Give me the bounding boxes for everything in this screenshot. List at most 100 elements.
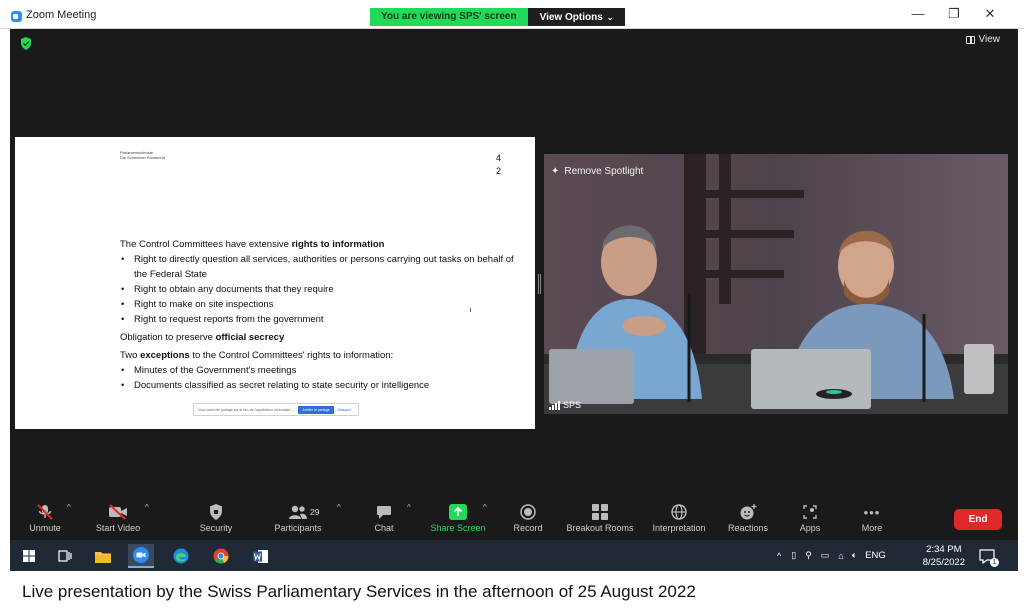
participant-count-badge: 29: [310, 507, 320, 517]
file-explorer-button[interactable]: [90, 544, 116, 568]
slide-page-number: 4 2: [496, 152, 501, 178]
close-button[interactable]: ✕: [980, 6, 1000, 24]
edge-icon: [173, 548, 189, 564]
interpretation-button[interactable]: Interpretation: [639, 502, 719, 538]
list-item: Right to request reports from the govern…: [120, 312, 520, 327]
participants-button[interactable]: Participants: [258, 502, 338, 538]
slide-heading-bold: rights to information: [291, 239, 385, 250]
record-label: Record: [513, 523, 543, 533]
globe-icon: [671, 504, 687, 520]
zoom-app-icon: [11, 11, 22, 22]
pin-icon: ✦: [551, 166, 560, 177]
start-video-label: Start Video: [95, 523, 141, 533]
participants-label: Participants: [274, 523, 322, 533]
screenshot-root: Zoom Meeting You are viewing SPS' screen…: [0, 0, 1024, 609]
slide-page-digit-2: 2: [496, 166, 502, 176]
view-layout-icon: [965, 35, 975, 44]
title-bar: Zoom Meeting You are viewing SPS' screen…: [0, 0, 1024, 29]
edge-browser-button[interactable]: [168, 544, 194, 568]
viewing-screen-notice: You are viewing SPS' screen: [370, 8, 528, 26]
participant-name-tag: SPS: [549, 400, 581, 410]
participants-options-caret[interactable]: ^: [337, 503, 341, 512]
view-options-button[interactable]: View Options ⌄: [527, 8, 626, 26]
unmute-button[interactable]: Unmute: [5, 502, 85, 538]
remove-spotlight-label: Remove Spotlight: [564, 166, 644, 177]
meet-now-icon[interactable]: ▯: [791, 550, 796, 561]
chat-options-caret[interactable]: ^: [407, 503, 411, 512]
image-caption: Live presentation by the Swiss Parliamen…: [22, 582, 696, 601]
input-language-indicator[interactable]: ENG: [865, 550, 886, 561]
slide-heading-text: The Control Committees have extensive: [120, 239, 292, 250]
list-item: Right to obtain any documents that they …: [120, 282, 520, 297]
security-button[interactable]: Security: [176, 502, 256, 538]
exceptions-line: Two exceptions to the Control Committees…: [120, 348, 520, 363]
more-icon: •••: [863, 504, 881, 520]
meeting-area: View Parlamentsdienste Die Schweizer Par…: [10, 29, 1018, 498]
network-icon[interactable]: ⌂: [838, 551, 843, 561]
battery-icon[interactable]: ▭: [821, 550, 830, 561]
breakout-rooms-button[interactable]: Breakout Rooms: [560, 502, 640, 538]
exceptions-bold: exceptions: [140, 350, 190, 361]
folder-icon: [95, 551, 111, 563]
slide-heading: The Control Committees have extensive ri…: [120, 237, 520, 252]
task-view-button[interactable]: [52, 544, 78, 568]
show-hidden-icons-button[interactable]: ^: [777, 551, 781, 561]
microphone-icon[interactable]: ⚲: [805, 550, 812, 561]
video-options-caret[interactable]: ^: [145, 503, 149, 512]
window-title: Zoom Meeting: [26, 9, 97, 21]
list-item: Right to make on site inspections: [120, 297, 520, 312]
share-toast: Vous avez été partagé sur le lieu de l'a…: [193, 403, 359, 416]
restore-button[interactable]: ❐: [944, 6, 964, 24]
chevron-down-icon: ⌄: [606, 12, 614, 22]
start-button[interactable]: [16, 544, 42, 568]
reactions-icon: [740, 504, 757, 520]
secrecy-bold: official secrecy: [215, 332, 285, 343]
share-toast-text: Vous avez été partagé sur le lieu de l'a…: [198, 407, 295, 412]
splitter-handle[interactable]: [538, 274, 541, 294]
more-button[interactable]: ••• More: [832, 502, 912, 538]
breakout-rooms-icon: [592, 504, 608, 520]
minimize-button[interactable]: —: [908, 6, 928, 24]
stop-share-button[interactable]: Arrêter le partage: [298, 405, 334, 414]
record-button[interactable]: Record: [488, 502, 568, 538]
audio-options-caret[interactable]: ^: [67, 503, 71, 512]
zoom-taskbar-button[interactable]: [128, 544, 154, 568]
share-options-caret[interactable]: ^: [483, 503, 487, 512]
unmute-label: Unmute: [29, 523, 61, 533]
end-meeting-button[interactable]: End: [954, 509, 1002, 530]
exceptions-text-2: to the Control Committees' rights to inf…: [189, 350, 394, 361]
word-button[interactable]: [248, 544, 274, 568]
chat-button[interactable]: Chat: [344, 502, 424, 538]
slide-content: The Control Committees have extensive ri…: [120, 237, 520, 393]
list-item: Documents classified as secret relating …: [120, 378, 520, 393]
view-options-label: View Options: [539, 11, 603, 23]
volume-icon[interactable]: 🔈︎: [852, 550, 857, 561]
more-label: More: [861, 523, 883, 533]
taskbar-clock[interactable]: 2:34 PM 8/25/2022: [923, 543, 965, 569]
windows-taskbar: ^ ▯ ⚲ ▭ ⌂ 🔈︎ ENG 2:34 PM 8/25/2022 1: [10, 540, 1018, 571]
video-off-icon: [109, 504, 127, 520]
hide-toast-button[interactable]: Masquer: [338, 408, 352, 412]
apps-icon: [803, 505, 817, 519]
view-button-label: View: [978, 34, 1001, 45]
signal-strength-icon: [549, 401, 560, 410]
chrome-browser-button[interactable]: [208, 544, 234, 568]
secrecy-line: Obligation to preserve official secrecy: [120, 330, 520, 345]
notification-count: 1: [990, 558, 999, 567]
shield-icon: [210, 504, 222, 520]
security-label: Security: [199, 523, 233, 533]
rights-list: Right to directly question all services,…: [120, 252, 520, 327]
clock-date: 8/25/2022: [922, 557, 965, 568]
screen-share-banner: You are viewing SPS' screen View Options…: [370, 8, 626, 26]
slide-organization: Parlamentsdienste Die Schweizer Parlamen…: [120, 150, 165, 160]
chrome-icon: [213, 548, 229, 564]
chat-icon: [377, 505, 391, 519]
remove-spotlight-button[interactable]: ✦ Remove Spotlight: [551, 166, 643, 177]
share-screen-icon: [449, 504, 467, 520]
muted-mic-icon: [37, 504, 53, 520]
view-button[interactable]: View: [965, 34, 1001, 45]
chat-label: Chat: [374, 523, 394, 533]
participant-video-tile[interactable]: ✦ Remove Spotlight SPS: [544, 154, 1008, 414]
notifications-button[interactable]: 1: [974, 544, 1000, 568]
encryption-shield-icon[interactable]: [20, 37, 32, 50]
